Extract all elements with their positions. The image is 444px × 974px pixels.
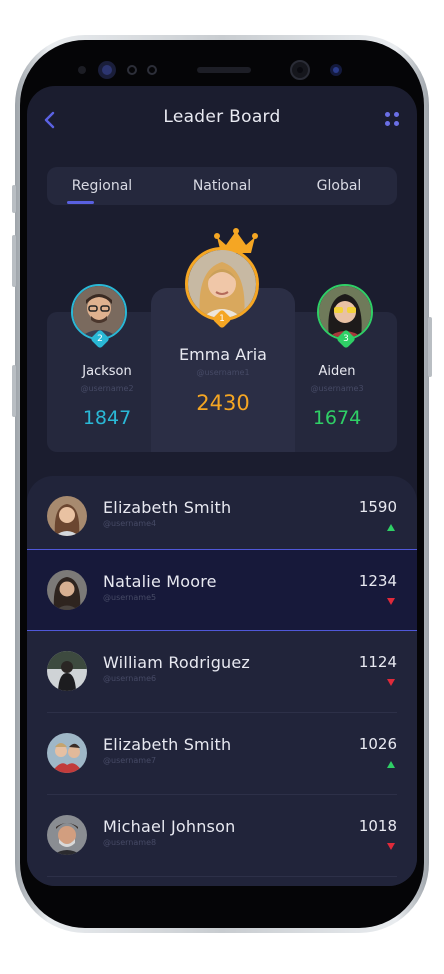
tab-bar: Regional National Global [47,167,397,205]
user-handle: @username4 [103,519,157,528]
user-handle: @username5 [103,593,157,602]
avatar [47,496,87,536]
user-score: 1018 [358,817,397,835]
volume-button [12,235,16,287]
ranking-list: Elizabeth Smith @username4 1590 Natalie … [27,476,417,886]
volume-button [12,185,16,213]
trend-up-icon [387,761,395,768]
active-tab-indicator [67,201,94,204]
user-score: 1590 [358,498,397,516]
avatar [47,733,87,773]
tab-national[interactable]: National [167,167,277,205]
user-name: Elizabeth Smith [103,498,232,517]
sensor-bar [78,60,342,80]
rank-badge: 2 [90,329,110,349]
avatar [47,651,87,691]
trend-down-icon [387,598,395,605]
power-button [428,317,432,377]
grid-dots-icon[interactable] [385,112,399,126]
podium-first-score: 2430 [196,391,250,415]
avatar [47,570,87,610]
user-score: 1234 [358,572,397,590]
podium-first-name: Emma Aria [179,345,267,364]
list-item[interactable]: Elizabeth Smith @username7 1026 [27,713,417,795]
user-score: 1124 [358,653,397,671]
page-title: Leader Board [163,107,281,127]
list-item[interactable]: Michael Johnson @username8 1018 [27,795,417,877]
user-name: Natalie Moore [103,572,217,591]
user-handle: @username8 [103,838,157,847]
tab-regional[interactable]: Regional [47,167,157,205]
user-name: William Rodriguez [103,653,251,672]
trend-down-icon [387,679,395,686]
user-name: Elizabeth Smith [103,735,232,754]
top-bar: Leader Board [27,86,417,156]
rank-badge: 1 [212,309,232,329]
podium-second-score: 1847 [82,407,132,429]
podium-third-username: @username3 [310,384,364,393]
trend-down-icon [387,843,395,850]
user-handle: @username6 [103,674,157,683]
user-handle: @username7 [103,756,157,765]
list-item[interactable]: William Rodriguez @username6 1124 [27,631,417,713]
app-screen: Leader Board Regional National Global 2 … [27,86,417,886]
user-name: Michael Johnson [103,817,236,836]
podium-third-score: 1674 [312,407,362,429]
podium-first-username: @username1 [196,368,250,377]
podium-second-name: Jackson [82,364,132,379]
user-score: 1026 [358,735,397,753]
rank-badge: 3 [336,329,356,349]
trend-up-icon [387,524,395,531]
list-item[interactable]: Natalie Moore @username5 1234 [27,549,417,631]
bixby-button [12,365,16,417]
podium-third-name: Aiden [318,364,356,379]
row-divider [47,876,397,877]
avatar [47,815,87,855]
list-item[interactable]: Elizabeth Smith @username4 1590 [27,476,417,558]
podium-second-username: @username2 [80,384,134,393]
tab-global[interactable]: Global [284,167,394,205]
